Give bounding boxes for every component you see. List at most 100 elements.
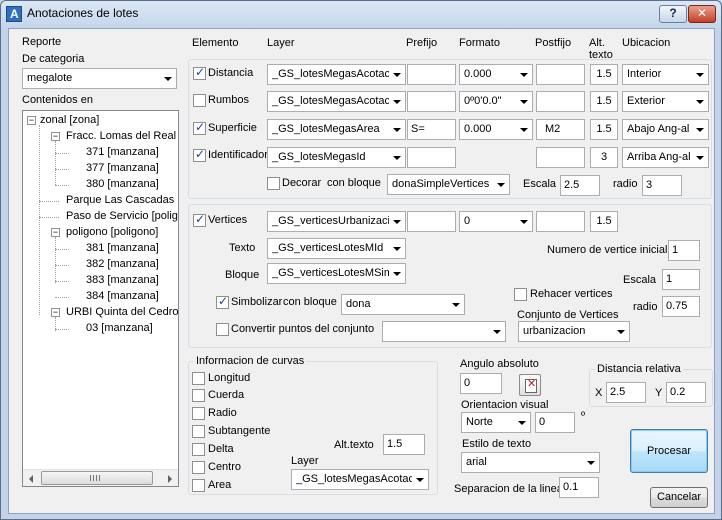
- rehacer-checkbox[interactable]: [514, 288, 527, 301]
- distancia-layer-select[interactable]: _GS_lotesMegasAcotaci: [267, 64, 406, 85]
- tree-node[interactable]: Parque Las Cascadas [: [66, 194, 178, 206]
- y-input[interactable]: 0.2: [666, 382, 706, 403]
- tree-node[interactable]: 380 [manzana]: [86, 178, 159, 190]
- num-inicial-input[interactable]: 1: [668, 240, 700, 261]
- tree-expander-icon[interactable]: −: [51, 228, 60, 237]
- decorar-escala-input[interactable]: 2.5: [560, 175, 600, 196]
- curvas-alt-texto-label: Alt.texto: [334, 439, 374, 451]
- tree-node[interactable]: poligono [poligono]: [66, 226, 158, 238]
- vertices-bloque-layer-select[interactable]: _GS_verticesLotesMSim: [267, 263, 406, 284]
- superficie-postfijo-input[interactable]: M2: [536, 119, 585, 140]
- rumbos-formato-select[interactable]: 0º0'0.0": [459, 91, 533, 112]
- centro-checkbox[interactable]: [192, 461, 205, 474]
- rumbos-prefijo-input[interactable]: [407, 91, 456, 112]
- scroll-thumb[interactable]: [41, 471, 153, 485]
- distancia-label: Distancia: [208, 67, 254, 79]
- tree-expander-icon[interactable]: −: [51, 308, 60, 317]
- tree-expander-icon[interactable]: −: [51, 132, 60, 141]
- x-input[interactable]: 2.5: [606, 382, 646, 403]
- tree-node[interactable]: URBI Quinta del Cedro [: [66, 306, 178, 318]
- pick-angle-icon[interactable]: [519, 374, 541, 396]
- vertices-formato-select[interactable]: 0: [459, 211, 533, 232]
- tree-node[interactable]: 371 [manzana]: [86, 146, 159, 158]
- tree-node[interactable]: Paso de Servicio [poligo: [66, 210, 178, 222]
- superficie-prefijo-input[interactable]: S=: [407, 119, 456, 140]
- identificador-checkbox[interactable]: [193, 147, 206, 162]
- convertir-checkbox[interactable]: [216, 323, 229, 336]
- curvas-layer-select[interactable]: _GS_lotesMegasAcotaci: [291, 469, 429, 490]
- scroll-right-icon[interactable]: [161, 470, 178, 486]
- distancia-checkbox[interactable]: [193, 65, 206, 80]
- identificador-alt-input[interactable]: 3: [590, 147, 618, 168]
- simbolizar-checkbox[interactable]: [216, 294, 229, 309]
- distancia-ubicacion-select[interactable]: Interior: [622, 64, 709, 85]
- categoria-label: De categoria: [22, 53, 85, 65]
- tree-node[interactable]: 381 [manzana]: [86, 242, 159, 254]
- tree-node[interactable]: 382 [manzana]: [86, 258, 159, 270]
- contenidos-tree[interactable]: − zonal [zona] − Fracc. Lomas del Real […: [22, 110, 179, 487]
- vertices-escala-input[interactable]: 1: [662, 269, 700, 290]
- convertir-select[interactable]: [382, 321, 506, 342]
- decorar-bloque-select[interactable]: donaSimpleVertices: [387, 174, 510, 195]
- scroll-left-icon[interactable]: [23, 470, 40, 486]
- superficie-checkbox[interactable]: [193, 120, 206, 135]
- subtangente-checkbox[interactable]: [192, 425, 205, 438]
- decorar-radio-input[interactable]: 3: [642, 175, 682, 196]
- title-bar[interactable]: Anotaciones de lotes ? ✕: [1, 1, 721, 27]
- rumbos-ubicacion-select[interactable]: Exterior: [622, 91, 709, 112]
- rumbos-postfijo-input[interactable]: [536, 91, 585, 112]
- vertices-postfijo-input[interactable]: [536, 211, 585, 232]
- cuerda-checkbox[interactable]: [192, 389, 205, 402]
- orientacion-select[interactable]: Norte: [461, 412, 531, 433]
- orientacion-offset-input[interactable]: 0: [535, 412, 575, 433]
- distancia-prefijo-input[interactable]: [407, 64, 456, 85]
- tree-node[interactable]: zonal [zona]: [40, 114, 99, 126]
- curvas-alt-texto-input[interactable]: 1.5: [383, 434, 425, 455]
- superficie-layer-select[interactable]: _GS_lotesMegasArea: [267, 119, 406, 140]
- identificador-layer-select[interactable]: _GS_lotesMegasId: [267, 147, 406, 168]
- tree-expander-icon[interactable]: −: [27, 116, 36, 125]
- superficie-alt-input[interactable]: 1.5: [590, 119, 618, 140]
- degree-symbol: º: [581, 410, 586, 422]
- conjunto-select[interactable]: urbanizacion: [518, 321, 630, 342]
- distancia-alt-input[interactable]: 1.5: [590, 64, 618, 85]
- estilo-select[interactable]: arial: [461, 452, 600, 473]
- identificador-postfijo-input[interactable]: [536, 147, 585, 168]
- area-checkbox[interactable]: [192, 479, 205, 492]
- angulo-input[interactable]: 0: [460, 373, 502, 394]
- identificador-prefijo-input[interactable]: [407, 147, 456, 168]
- tree-node[interactable]: 384 [manzana]: [86, 290, 159, 302]
- separacion-input[interactable]: 0.1: [559, 477, 599, 498]
- distancia-postfijo-input[interactable]: [536, 64, 585, 85]
- vertices-alt-input[interactable]: 1.5: [590, 211, 618, 232]
- distancia-formato-select[interactable]: 0.000: [459, 64, 533, 85]
- help-button[interactable]: ?: [659, 5, 687, 23]
- longitud-checkbox[interactable]: [192, 372, 205, 385]
- superficie-formato-select[interactable]: 0.000: [459, 119, 533, 140]
- tree-node[interactable]: 377 [manzana]: [86, 162, 159, 174]
- superficie-ubicacion-select[interactable]: Abajo Ang-al: [622, 119, 709, 140]
- procesar-button[interactable]: Procesar: [630, 429, 708, 473]
- vertices-prefijo-input[interactable]: [407, 211, 456, 232]
- simbolizar-con-bloque-label: con bloque: [283, 296, 337, 308]
- tree-node[interactable]: Fracc. Lomas del Real [: [66, 130, 178, 142]
- rumbos-layer-select[interactable]: _GS_lotesMegasAcotaci: [267, 91, 406, 112]
- cancelar-button[interactable]: Cancelar: [650, 487, 708, 508]
- vertices-checkbox[interactable]: [193, 212, 206, 227]
- vertices-layer-select[interactable]: _GS_verticesUrbanizacio: [267, 211, 406, 232]
- delta-checkbox[interactable]: [192, 443, 205, 456]
- decorar-checkbox[interactable]: [267, 177, 280, 190]
- tree-hscrollbar[interactable]: [23, 469, 178, 486]
- vertices-texto-layer-select[interactable]: _GS_verticesLotesMId: [267, 238, 406, 259]
- window-title: Anotaciones de lotes: [27, 6, 139, 20]
- categoria-select[interactable]: megalote: [22, 68, 177, 89]
- vertices-radio-input[interactable]: 0.75: [662, 296, 700, 317]
- tree-node[interactable]: 03 [manzana]: [86, 322, 153, 334]
- rumbos-checkbox[interactable]: [193, 94, 206, 107]
- close-button[interactable]: ✕: [688, 5, 716, 23]
- rumbos-alt-input[interactable]: 1.5: [590, 91, 618, 112]
- tree-node[interactable]: 383 [manzana]: [86, 274, 159, 286]
- identificador-ubicacion-select[interactable]: Arriba Ang-al: [622, 147, 709, 168]
- simbolizar-bloque-select[interactable]: dona: [341, 294, 465, 315]
- radio-checkbox[interactable]: [192, 407, 205, 420]
